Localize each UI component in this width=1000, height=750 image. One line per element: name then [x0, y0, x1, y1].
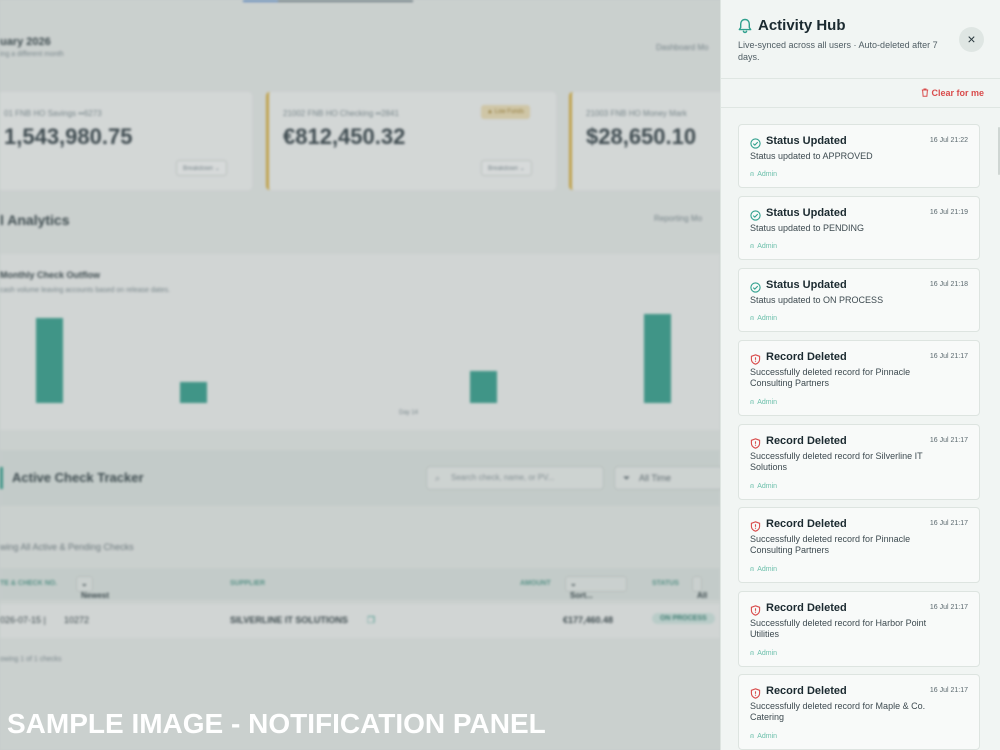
shield-alert-icon — [750, 603, 761, 616]
user-icon: ⍝ — [750, 243, 755, 250]
shield-alert-icon — [750, 686, 761, 699]
notification-user: ⍝ Admin — [750, 566, 778, 573]
notification-title: Status Updated — [766, 135, 847, 147]
close-icon: × — [967, 31, 976, 47]
notification-title: Record Deleted — [766, 435, 847, 447]
notification-card[interactable]: Record Deleted 16 Jul 21:17 Successfully d… — [738, 674, 980, 750]
watermark-text: SAMPLE IMAGE - NOTIFICATION PANEL — [7, 708, 546, 739]
notification-message: Status updated to ON PROCESS — [750, 295, 884, 305]
modal-backdrop[interactable] — [0, 0, 720, 750]
check-circle-icon — [750, 208, 761, 221]
notification-time: 16 Jul 21:17 — [929, 520, 968, 527]
notification-time: 16 Jul 21:17 — [929, 604, 968, 611]
notification-user: ⍝ Admin — [750, 243, 778, 250]
notification-title: Record Deleted — [766, 351, 847, 363]
notification-user: ⍝ Admin — [750, 483, 778, 490]
panel-subtitle: Live-synced across all users · Auto-dele… — [738, 40, 938, 62]
notification-card[interactable]: Record Deleted 16 Jul 21:17 Successfully d… — [738, 340, 980, 416]
notification-user: ⍝ Admin — [750, 399, 778, 406]
notification-message: Successfully deleted record for Silverli… — [750, 451, 923, 472]
notification-time: 16 Jul 21:17 — [929, 687, 968, 694]
activity-hub-panel: Activity Hub Live-synced across all user… — [720, 0, 1000, 750]
trash-icon — [922, 88, 929, 97]
notification-title: Status Updated — [766, 279, 847, 291]
notification-message: Status updated to APPROVED — [750, 151, 873, 161]
notification-user: ⍝ Admin — [750, 171, 778, 178]
notification-message: Status updated to PENDING — [750, 223, 865, 233]
user-icon: ⍝ — [750, 650, 755, 657]
notification-time: 16 Jul 21:17 — [929, 437, 968, 444]
notification-card[interactable]: Record Deleted 16 Jul 21:17 Successfully d… — [738, 507, 980, 583]
notification-message: Successfully deleted record for Pinnacle… — [750, 534, 911, 555]
notification-card[interactable]: Status Updated 16 Jul 21:18 Status updated… — [738, 268, 980, 332]
close-button[interactable]: × — [959, 27, 984, 52]
panel-actions: Clear for me — [721, 80, 1000, 108]
notification-title: Record Deleted — [766, 685, 847, 697]
notification-card[interactable]: Status Updated 16 Jul 21:22 Status updated… — [738, 124, 980, 188]
notification-user: ⍝ Admin — [750, 315, 778, 322]
notification-user: ⍝ Admin — [750, 650, 778, 657]
user-icon: ⍝ — [750, 399, 755, 406]
shield-alert-icon — [750, 436, 761, 449]
notification-title: Record Deleted — [766, 518, 847, 530]
user-icon: ⍝ — [750, 483, 755, 490]
shield-alert-icon — [750, 519, 761, 532]
notification-card[interactable]: Record Deleted 16 Jul 21:17 Successfully d… — [738, 591, 980, 667]
panel-header: Activity Hub Live-synced across all user… — [721, 0, 1000, 79]
notification-time: 16 Jul 21:22 — [929, 137, 968, 144]
notification-time: 16 Jul 21:19 — [929, 209, 968, 216]
check-circle-icon — [750, 136, 761, 149]
user-icon: ⍝ — [750, 566, 755, 573]
notification-time: 16 Jul 21:17 — [929, 353, 968, 360]
notification-title: Record Deleted — [766, 602, 847, 614]
user-icon: ⍝ — [750, 315, 755, 322]
notification-time: 16 Jul 21:18 — [929, 281, 968, 288]
notification-card[interactable]: Record Deleted 16 Jul 21:17 Successfully d… — [738, 424, 980, 500]
bell-icon — [738, 18, 752, 34]
clear-for-me-button[interactable]: Clear for me — [921, 88, 984, 98]
notification-message: Successfully deleted record for Harbor P… — [750, 618, 927, 639]
shield-alert-icon — [750, 352, 761, 365]
user-icon: ⍝ — [750, 171, 755, 178]
check-circle-icon — [750, 280, 761, 293]
user-icon: ⍝ — [750, 733, 755, 740]
panel-title: Activity Hub — [758, 17, 846, 34]
notification-message: Successfully deleted record for Maple & … — [750, 701, 926, 722]
notification-user: ⍝ Admin — [750, 733, 778, 740]
notification-title: Status Updated — [766, 207, 847, 219]
notification-message: Successfully deleted record for Pinnacle… — [750, 367, 911, 388]
notification-card[interactable]: Status Updated 16 Jul 21:19 Status updated… — [738, 196, 980, 260]
